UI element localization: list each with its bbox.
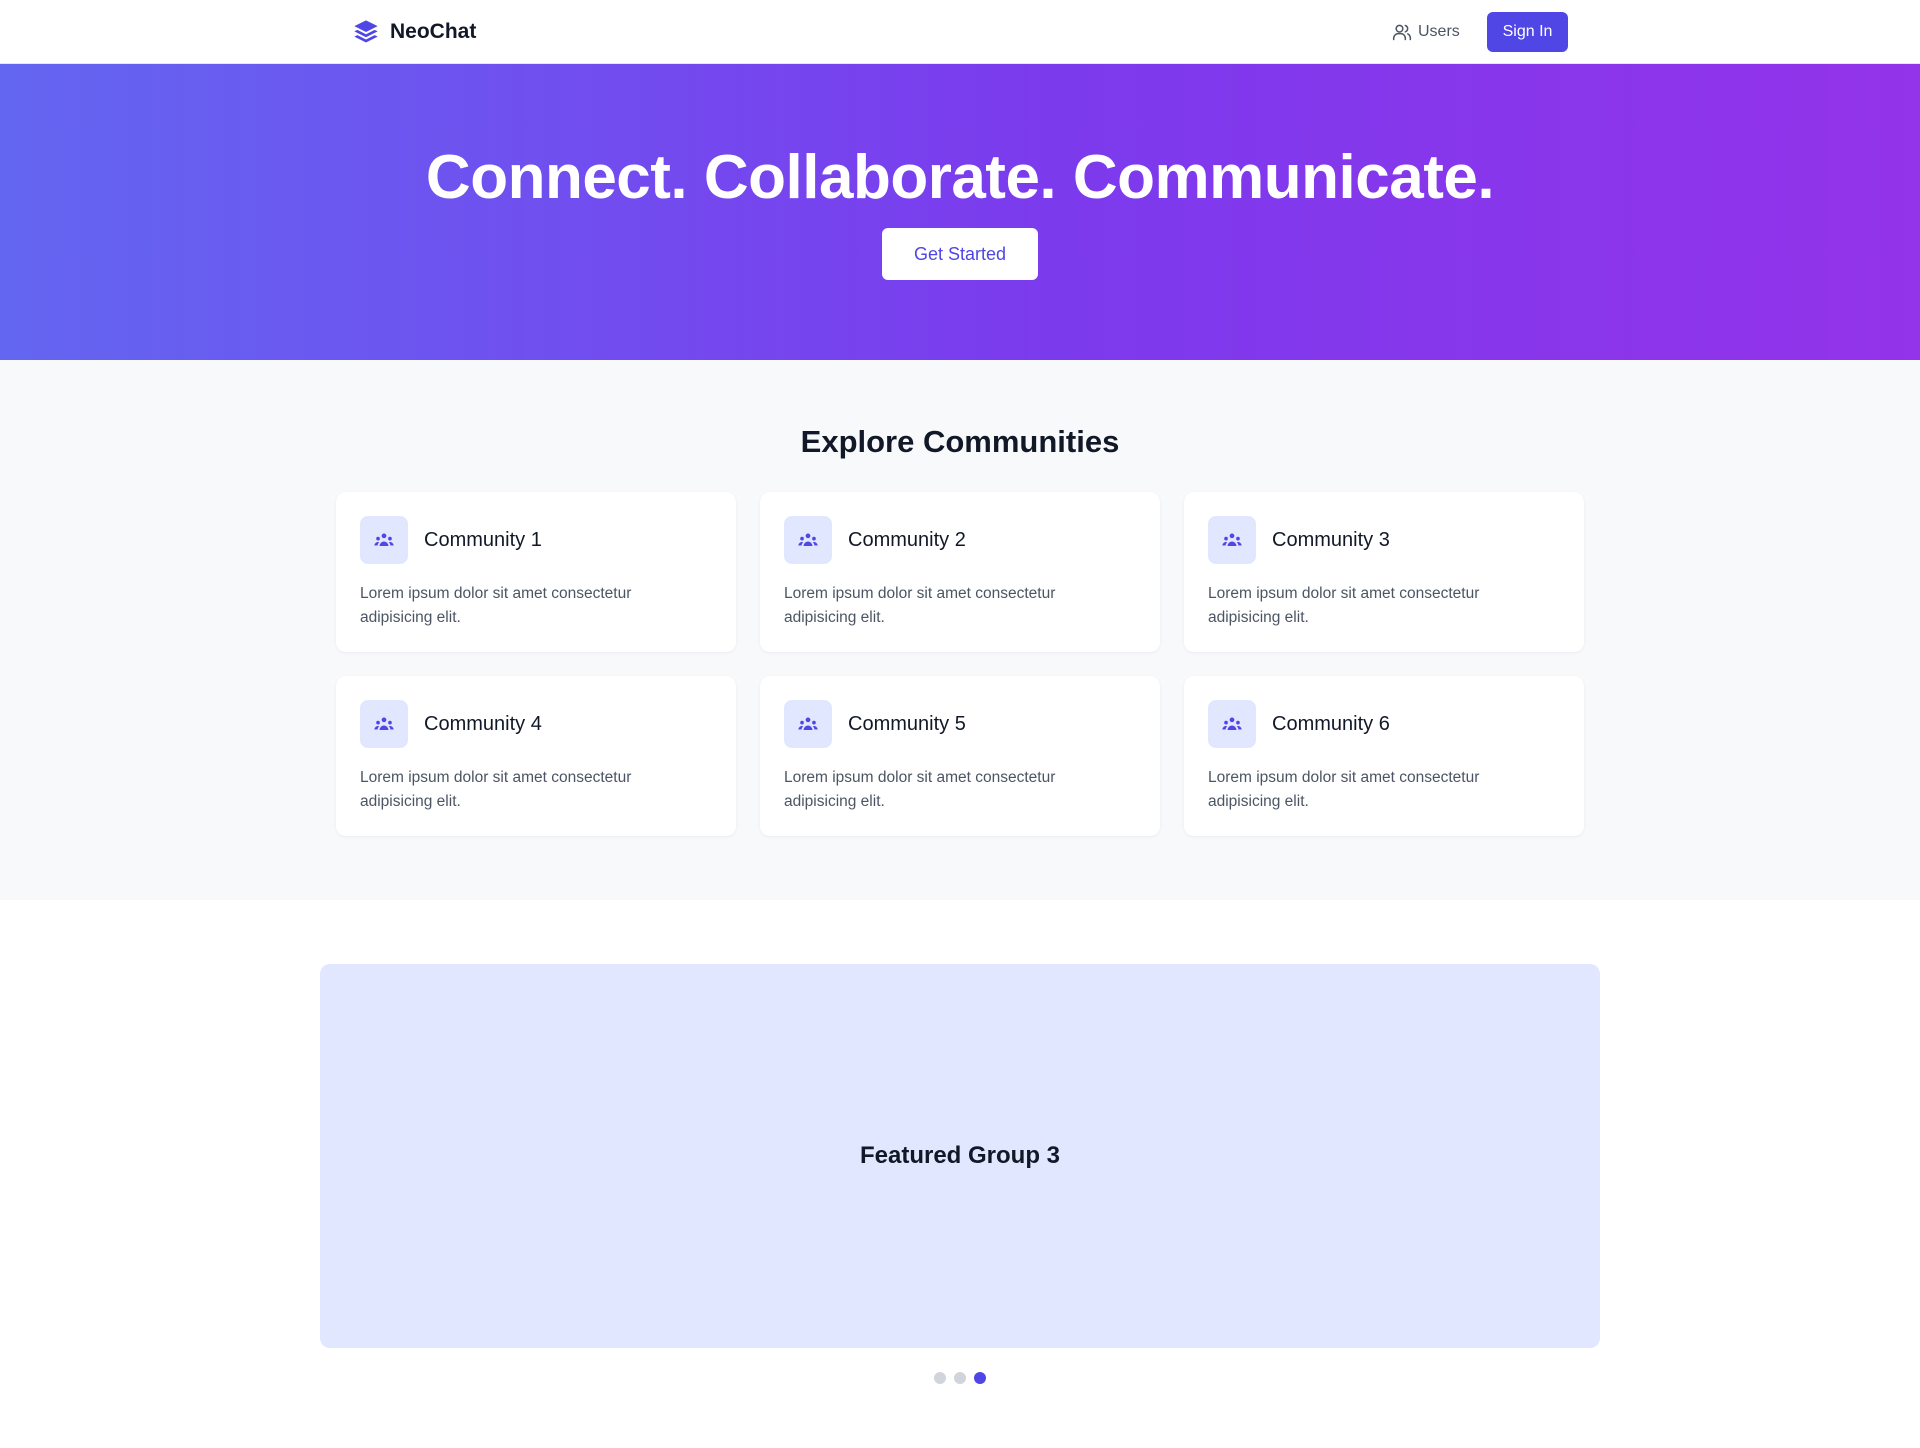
community-description: Lorem ipsum dolor sit amet consectetur a… xyxy=(360,769,632,810)
community-description: Lorem ipsum dolor sit amet consectetur a… xyxy=(360,585,632,626)
user-group-icon xyxy=(784,700,832,748)
community-card[interactable]: Community 3 Lorem ipsum dolor sit amet c… xyxy=(1184,492,1584,652)
community-description: Lorem ipsum dolor sit amet consectetur a… xyxy=(784,769,1056,810)
sign-in-button[interactable]: Sign In xyxy=(1487,12,1568,52)
brand-name: NeoChat xyxy=(390,20,477,43)
community-name: Community 1 xyxy=(424,528,542,551)
users-icon xyxy=(1392,22,1412,42)
community-name: Community 2 xyxy=(848,528,966,551)
community-description: Lorem ipsum dolor sit amet consectetur a… xyxy=(1208,769,1480,810)
community-card-header: Community 2 xyxy=(784,516,1136,564)
user-group-icon xyxy=(784,516,832,564)
community-card-header: Community 5 xyxy=(784,700,1136,748)
community-card[interactable]: Community 4 Lorem ipsum dolor sit amet c… xyxy=(336,676,736,836)
get-started-button[interactable]: Get Started xyxy=(882,228,1038,280)
carousel-dot-2[interactable] xyxy=(954,1372,966,1384)
top-navbar: NeoChat Users Sign In xyxy=(0,0,1920,64)
community-name: Community 4 xyxy=(424,712,542,735)
community-card-header: Community 4 xyxy=(360,700,712,748)
user-group-icon xyxy=(360,516,408,564)
community-name: Community 6 xyxy=(1272,712,1390,735)
featured-carousel-slide[interactable]: Featured Group 3 xyxy=(320,964,1600,1348)
nav-users-link[interactable]: Users xyxy=(1392,20,1460,44)
user-group-icon xyxy=(1208,700,1256,748)
explore-communities-section: Explore Communities Community 1 Lorem ip… xyxy=(0,360,1920,900)
community-description: Lorem ipsum dolor sit amet consectetur a… xyxy=(1208,585,1480,626)
community-card[interactable]: Community 1 Lorem ipsum dolor sit amet c… xyxy=(336,492,736,652)
community-card[interactable]: Community 5 Lorem ipsum dolor sit amet c… xyxy=(760,676,1160,836)
hero-title: Connect. Collaborate. Communicate. xyxy=(425,143,1495,212)
carousel-dots xyxy=(934,1372,986,1384)
community-card[interactable]: Community 6 Lorem ipsum dolor sit amet c… xyxy=(1184,676,1584,836)
nav-users-label: Users xyxy=(1418,23,1460,40)
community-description: Lorem ipsum dolor sit amet consectetur a… xyxy=(784,585,1056,626)
section-title: Explore Communities xyxy=(800,424,1120,459)
community-card-header: Community 3 xyxy=(1208,516,1560,564)
community-name: Community 5 xyxy=(848,712,966,735)
community-name: Community 3 xyxy=(1272,528,1390,551)
communities-grid: Community 1 Lorem ipsum dolor sit amet c… xyxy=(336,492,1584,836)
hero-section: Connect. Collaborate. Communicate. Get S… xyxy=(0,64,1920,360)
community-card[interactable]: Community 2 Lorem ipsum dolor sit amet c… xyxy=(760,492,1160,652)
featured-slide-title: Featured Group 3 xyxy=(859,1142,1061,1169)
layers-icon xyxy=(352,18,380,46)
carousel-dot-1[interactable] xyxy=(934,1372,946,1384)
community-card-header: Community 1 xyxy=(360,516,712,564)
user-group-icon xyxy=(360,700,408,748)
community-card-header: Community 6 xyxy=(1208,700,1560,748)
brand-logo[interactable]: NeoChat xyxy=(352,17,476,47)
user-group-icon xyxy=(1208,516,1256,564)
carousel-dot-3[interactable] xyxy=(974,1372,986,1384)
